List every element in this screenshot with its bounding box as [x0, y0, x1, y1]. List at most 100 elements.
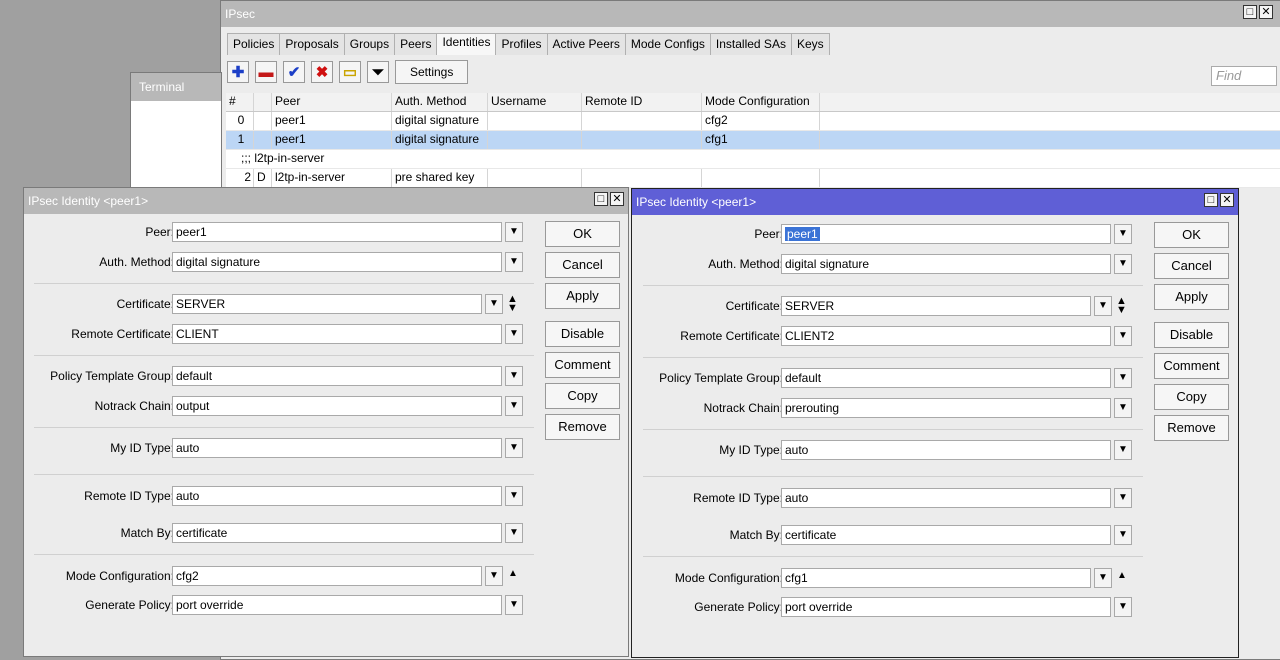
comment-icon[interactable]: ▭ — [339, 61, 361, 83]
dropdown-icon[interactable]: ▼ — [1114, 440, 1132, 460]
remove-button[interactable]: Remove — [1154, 415, 1229, 441]
tab-identities[interactable]: Identities — [436, 33, 497, 55]
match-by-field[interactable]: certificate — [172, 523, 502, 543]
dropdown-icon[interactable]: ▼ — [1114, 525, 1132, 545]
policy-template-group-field[interactable]: default — [172, 366, 502, 386]
dropdown-icon[interactable]: ▼ — [1114, 488, 1132, 508]
dropdown-icon[interactable]: ▼ — [505, 486, 523, 506]
tab-groups[interactable]: Groups — [343, 33, 396, 55]
table-comment-row[interactable]: ;;; l2tp-in-server — [226, 150, 1280, 169]
col-username[interactable]: Username — [488, 93, 582, 111]
apply-button[interactable]: Apply — [1154, 284, 1229, 310]
close-icon[interactable]: ✕ — [610, 192, 624, 206]
remote-id-type-field[interactable]: auto — [172, 486, 502, 506]
tab-peers[interactable]: Peers — [394, 33, 438, 55]
dropdown-icon[interactable]: ▼ — [1114, 368, 1132, 388]
filter-icon[interactable]: ⏷ — [367, 61, 389, 83]
apply-button[interactable]: Apply — [545, 283, 620, 309]
table-row[interactable]: 0 peer1 digital signature cfg2 — [226, 112, 1280, 131]
add-icon[interactable]: ✚ — [227, 61, 249, 83]
dropdown-icon[interactable]: ▼ — [505, 324, 523, 344]
dropdown-icon[interactable]: ▼ — [485, 294, 503, 314]
peer-field[interactable]: peer1 — [172, 222, 502, 242]
dropdown-icon[interactable]: ▼ — [505, 523, 523, 543]
remote-certificate-field[interactable]: CLIENT — [172, 324, 502, 344]
remote-id-type-field[interactable]: auto — [781, 488, 1111, 508]
table-row[interactable]: 2 D l2tp-in-server pre shared key — [226, 169, 1280, 188]
remote-certificate-field[interactable]: CLIENT2 — [781, 326, 1111, 346]
auth-method-field[interactable]: digital signature — [172, 252, 502, 272]
dialog-titlebar[interactable]: IPsec Identity <peer1> □ ✕ — [632, 189, 1238, 215]
terminal-titlebar[interactable]: Terminal — [131, 73, 221, 101]
cancel-button[interactable]: Cancel — [545, 252, 620, 278]
col-mode-configuration[interactable]: Mode Configuration — [702, 93, 820, 111]
tab-policies[interactable]: Policies — [227, 33, 281, 55]
ok-button[interactable]: OK — [1154, 222, 1229, 248]
mode-configuration-field[interactable]: cfg1 — [781, 568, 1091, 588]
tab-mode-configs[interactable]: Mode Configs — [624, 33, 711, 55]
col-auth-method[interactable]: Auth. Method — [392, 93, 488, 111]
tab-active-peers[interactable]: Active Peers — [546, 33, 626, 55]
col-number[interactable]: # — [226, 93, 254, 111]
dialog-titlebar[interactable]: IPsec Identity <peer1> □ ✕ — [24, 188, 628, 214]
dropdown-icon[interactable]: ▼ — [1094, 296, 1112, 316]
dropdown-icon[interactable]: ▼ — [1114, 254, 1132, 274]
col-remote-id[interactable]: Remote ID — [582, 93, 702, 111]
table-row-selected[interactable]: 1 peer1 digital signature cfg1 — [226, 131, 1280, 150]
certificate-field[interactable]: SERVER — [781, 296, 1091, 316]
disable-button[interactable]: Disable — [545, 321, 620, 347]
maximize-icon[interactable]: □ — [594, 192, 608, 206]
col-flag[interactable] — [254, 93, 272, 111]
my-id-type-field[interactable]: auto — [172, 438, 502, 458]
dropdown-icon[interactable]: ▼ — [1114, 597, 1132, 617]
find-input[interactable]: Find — [1211, 66, 1277, 86]
generate-policy-field[interactable]: port override — [781, 597, 1111, 617]
policy-template-group-field[interactable]: default — [781, 368, 1111, 388]
col-peer[interactable]: Peer — [272, 93, 392, 111]
disable-button[interactable]: Disable — [1154, 322, 1229, 348]
disable-x-icon[interactable]: ✖ — [311, 61, 333, 83]
dropdown-icon[interactable]: ▼ — [505, 595, 523, 615]
notrack-chain-field[interactable]: prerouting — [781, 398, 1111, 418]
tab-profiles[interactable]: Profiles — [495, 33, 548, 55]
dropdown-icon[interactable]: ▼ — [505, 252, 523, 272]
cancel-button[interactable]: Cancel — [1154, 253, 1229, 279]
dropdown-icon[interactable]: ▼ — [505, 222, 523, 242]
comment-button[interactable]: Comment — [545, 352, 620, 378]
terminal-window[interactable]: Terminal — [130, 72, 222, 192]
close-icon[interactable]: ✕ — [1220, 193, 1234, 207]
mode-configuration-field[interactable]: cfg2 — [172, 566, 482, 586]
remove-icon[interactable]: ▬ — [255, 61, 277, 83]
ok-button[interactable]: OK — [545, 221, 620, 247]
maximize-icon[interactable]: □ — [1243, 5, 1257, 19]
notrack-chain-field[interactable]: output — [172, 396, 502, 416]
match-by-field[interactable]: certificate — [781, 525, 1111, 545]
dropdown-icon[interactable]: ▼ — [1114, 326, 1132, 346]
ipsec-titlebar[interactable]: IPsec □ ✕ — [221, 1, 1280, 27]
dropdown-icon[interactable]: ▼ — [1114, 224, 1132, 244]
copy-button[interactable]: Copy — [545, 383, 620, 409]
col-extra[interactable] — [820, 93, 1280, 111]
my-id-type-field[interactable]: auto — [781, 440, 1111, 460]
sort-updown-icon[interactable]: ▲ ▼ — [1116, 296, 1127, 316]
settings-button[interactable]: Settings — [395, 60, 469, 84]
dropdown-icon[interactable]: ▼ — [1114, 398, 1132, 418]
generate-policy-field[interactable]: port override — [172, 595, 502, 615]
dropdown-icon[interactable]: ▼ — [1094, 568, 1112, 588]
certificate-field[interactable]: SERVER — [172, 294, 482, 314]
dropdown-icon[interactable]: ▼ — [505, 366, 523, 386]
remove-button[interactable]: Remove — [545, 414, 620, 440]
dropdown-icon[interactable]: ▼ — [485, 566, 503, 586]
collapse-up-icon[interactable]: ▲ — [1117, 570, 1127, 581]
enable-check-icon[interactable]: ✔ — [283, 61, 305, 83]
peer-field[interactable]: peer1 — [781, 224, 1111, 244]
collapse-up-icon[interactable]: ▲ — [508, 568, 518, 579]
tab-proposals[interactable]: Proposals — [279, 33, 345, 55]
dropdown-icon[interactable]: ▼ — [505, 438, 523, 458]
sort-updown-icon[interactable]: ▲ ▼ — [507, 294, 518, 314]
copy-button[interactable]: Copy — [1154, 384, 1229, 410]
tab-keys[interactable]: Keys — [790, 33, 830, 55]
close-icon[interactable]: ✕ — [1259, 5, 1273, 19]
tab-installed-sas[interactable]: Installed SAs — [709, 33, 792, 55]
comment-button[interactable]: Comment — [1154, 353, 1229, 379]
